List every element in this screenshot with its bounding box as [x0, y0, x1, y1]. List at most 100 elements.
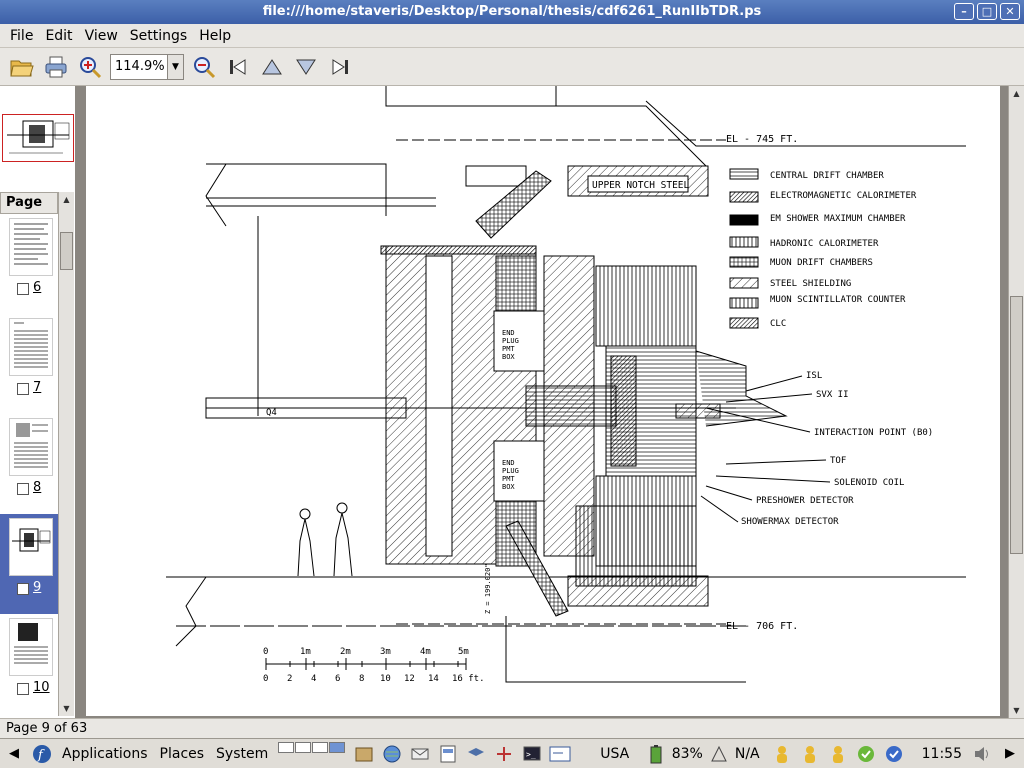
- page-checkbox[interactable]: [17, 383, 29, 395]
- chevron-left-icon[interactable]: ◀: [2, 743, 26, 765]
- sidebar-scroll-thumb[interactable]: [60, 232, 73, 270]
- network-icon[interactable]: [707, 743, 731, 765]
- last-page-button[interactable]: [326, 53, 354, 81]
- minimize-button[interactable]: –: [954, 3, 974, 20]
- user-icon[interactable]: [826, 743, 850, 765]
- battery-icon[interactable]: [644, 743, 668, 765]
- plug-box-label: END: [502, 459, 515, 467]
- scroll-down-icon[interactable]: ▼: [1009, 703, 1024, 718]
- scale-feet-label: 10: [380, 674, 391, 684]
- notes-icon[interactable]: [548, 743, 572, 765]
- legend-label: STEEL SHIELDING: [770, 279, 851, 289]
- page-number[interactable]: 8: [33, 480, 41, 495]
- email-icon[interactable]: [408, 743, 432, 765]
- plug-box-label: PMT: [502, 345, 515, 353]
- page-checkbox[interactable]: [17, 483, 29, 495]
- places-menu[interactable]: Places: [154, 746, 211, 762]
- thumbnail-sidebar: Page ▲ ▼ 6 7 8 9 10: [0, 86, 76, 718]
- scale-meter-label: 4m: [420, 647, 431, 657]
- zoom-out-icon: [194, 56, 216, 78]
- scale-feet-label: 16 ft.: [452, 674, 485, 684]
- plug-box-label: PLUG: [502, 467, 519, 475]
- page-thumbnail-item-selected[interactable]: 9: [0, 514, 58, 614]
- page-checkbox[interactable]: [17, 283, 29, 295]
- open-button[interactable]: [8, 53, 36, 81]
- scroll-up-icon[interactable]: ▲: [59, 192, 74, 207]
- zoom-in-button[interactable]: [76, 53, 104, 81]
- scale-feet-label: 12: [404, 674, 415, 684]
- page-thumbnail-item[interactable]: 7: [0, 314, 58, 414]
- scroll-down-icon[interactable]: ▼: [59, 701, 74, 716]
- page-thumbnail: [9, 418, 53, 476]
- next-page-button[interactable]: [292, 53, 320, 81]
- fedora-logo-icon: f: [30, 743, 54, 765]
- menu-edit[interactable]: Edit: [39, 28, 78, 44]
- scale-meter-label: 3m: [380, 647, 391, 657]
- file-manager-icon[interactable]: [352, 743, 376, 765]
- clock[interactable]: 11:55: [916, 746, 968, 762]
- menu-help[interactable]: Help: [193, 28, 237, 44]
- page-thumbnail-item[interactable]: 10: [0, 614, 58, 714]
- update-status-icon[interactable]: [854, 743, 878, 765]
- legend-label: CLC: [770, 319, 786, 329]
- zoom-out-button[interactable]: [190, 53, 218, 81]
- legend-label: EM SHOWER MAXIMUM CHAMBER: [770, 214, 906, 224]
- callout-label: SOLENOID COIL: [834, 478, 904, 488]
- page-checkbox[interactable]: [17, 683, 29, 695]
- workspace-switcher[interactable]: [278, 741, 346, 766]
- workspace-1[interactable]: [278, 741, 295, 753]
- page-thumbnail: [9, 618, 53, 676]
- page-number[interactable]: 7: [33, 380, 41, 395]
- close-button[interactable]: ✕: [1000, 3, 1020, 20]
- q4-label: Q4: [266, 408, 277, 418]
- checkmark-icon[interactable]: [882, 743, 906, 765]
- page-thumbnail-item[interactable]: 6: [0, 214, 58, 314]
- document-view[interactable]: EL - 745 FT. EL - 706 FT. UPPER NOTCH ST…: [76, 86, 1008, 718]
- zoom-input[interactable]: [111, 54, 167, 79]
- scale-meter-label: 1m: [300, 647, 311, 657]
- workspace-3[interactable]: [312, 741, 329, 753]
- workspace-2[interactable]: [295, 741, 312, 753]
- page-number[interactable]: 6: [33, 280, 41, 295]
- plug-box-label: BOX: [502, 353, 515, 361]
- legend-label: HADRONIC CALORIMETER: [770, 239, 879, 249]
- menu-file[interactable]: File: [4, 28, 39, 44]
- applications-menu[interactable]: Applications: [56, 746, 154, 762]
- tools-icon[interactable]: [492, 743, 516, 765]
- current-page-preview[interactable]: [2, 114, 74, 162]
- education-icon[interactable]: [464, 743, 488, 765]
- document-scrollbar[interactable]: ▲ ▼: [1008, 86, 1024, 718]
- user-icon[interactable]: [770, 743, 794, 765]
- user-icon[interactable]: [798, 743, 822, 765]
- plug-box-label: END: [502, 329, 515, 337]
- page-number[interactable]: 9: [33, 580, 41, 595]
- page-column-header[interactable]: Page: [0, 192, 58, 214]
- sidebar-scrollbar[interactable]: ▲ ▼: [58, 192, 74, 716]
- page-status-text: Page 9 of 63: [6, 721, 88, 736]
- system-menu[interactable]: System: [210, 746, 274, 762]
- window-title: file:///home/staveris/Desktop/Personal/t…: [262, 4, 762, 19]
- scroll-up-icon[interactable]: ▲: [1009, 86, 1024, 101]
- terminal-icon[interactable]: >_: [520, 743, 544, 765]
- page-number[interactable]: 10: [33, 680, 50, 695]
- scale-meter-label: 0: [263, 647, 268, 657]
- maximize-button[interactable]: □: [977, 3, 997, 20]
- menu-view[interactable]: View: [79, 28, 124, 44]
- print-button[interactable]: [42, 53, 70, 81]
- keyboard-layout-indicator[interactable]: USA: [594, 746, 635, 762]
- workspace-4[interactable]: [329, 741, 346, 753]
- chevron-down-icon[interactable]: ▼: [167, 54, 183, 79]
- first-page-button[interactable]: [224, 53, 252, 81]
- previous-page-button[interactable]: [258, 53, 286, 81]
- page-checkbox[interactable]: [17, 583, 29, 595]
- first-page-icon: [230, 58, 246, 75]
- document-scroll-thumb[interactable]: [1010, 296, 1023, 554]
- volume-icon[interactable]: [970, 743, 994, 765]
- page-thumbnail-item[interactable]: 8: [0, 414, 58, 514]
- office-icon[interactable]: [436, 743, 460, 765]
- chevron-right-icon[interactable]: ▶: [998, 743, 1022, 765]
- menu-settings[interactable]: Settings: [124, 28, 193, 44]
- scale-feet-label: 4: [311, 674, 316, 684]
- zoom-combo[interactable]: ▼: [110, 53, 184, 80]
- browser-icon[interactable]: [380, 743, 404, 765]
